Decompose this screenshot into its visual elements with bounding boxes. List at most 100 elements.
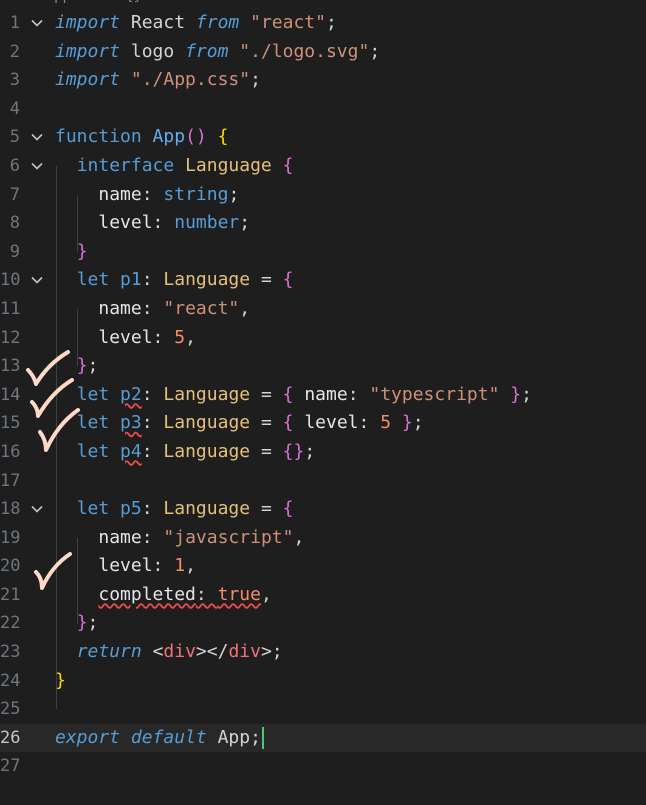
- fold-chevron-icon[interactable]: [28, 152, 46, 181]
- line-number: 12: [0, 327, 21, 348]
- code-token: ;: [521, 383, 532, 405]
- code-line[interactable]: 10 let p1: Language = {: [0, 266, 646, 295]
- code-text[interactable]: let p5: Language = {: [55, 495, 294, 524]
- breadcrumb-item[interactable]: >: [31, 0, 39, 4]
- code-text[interactable]: level: 1,: [55, 552, 196, 581]
- code-text[interactable]: name: "react",: [55, 295, 250, 324]
- code-token: import: [55, 40, 121, 62]
- line-number: 5: [9, 127, 20, 148]
- code-line[interactable]: 2 import logo from "./logo.svg";: [0, 38, 646, 67]
- breadcrumb-item[interactable]: {} default: [125, 0, 209, 4]
- code-token: string: [163, 183, 229, 205]
- code-token: :: [141, 269, 164, 291]
- code-text[interactable]: import React from "react";: [55, 9, 337, 38]
- code-token: ;: [304, 440, 316, 462]
- code-text[interactable]: level: number;: [55, 209, 250, 238]
- code-token: let: [76, 412, 110, 434]
- code-line[interactable]: 21 completed: true,: [0, 581, 646, 610]
- code-line[interactable]: 23 return <div></div>;: [0, 638, 646, 667]
- code-line[interactable]: 7 name: string;: [0, 181, 646, 210]
- code-line[interactable]: 13 };: [0, 352, 646, 381]
- code-text[interactable]: };: [55, 352, 99, 381]
- code-line[interactable]: 4: [0, 95, 646, 124]
- code-text[interactable]: level: 5,: [55, 324, 196, 353]
- fold-chevron-icon[interactable]: [28, 123, 46, 152]
- line-number: 6: [9, 155, 20, 176]
- code-token: {: [282, 154, 294, 176]
- code-line[interactable]: 19 name: "javascript",: [0, 524, 646, 553]
- code-line[interactable]: 26 export default App;: [0, 723, 646, 753]
- code-text[interactable]: import "./App.css";: [55, 66, 261, 95]
- code-token: import: [55, 12, 121, 33]
- code-line[interactable]: 25: [0, 695, 646, 724]
- code-text[interactable]: name: string;: [55, 181, 239, 210]
- code-line[interactable]: 5 function App() {: [0, 123, 646, 152]
- code-token: App: [152, 126, 186, 148]
- code-line[interactable]: 3 import "./App.css";: [0, 66, 646, 95]
- code-token: App: [206, 726, 251, 748]
- code-token: :: [152, 326, 175, 348]
- code-text[interactable]: return <div></div>;: [55, 638, 283, 667]
- code-editor[interactable]: 1 import React from "react"; 2 import logo …: [0, 9, 646, 781]
- fold-chevron-icon[interactable]: [28, 266, 46, 295]
- code-text[interactable]: };: [55, 609, 99, 638]
- breadcrumb: src > App.tsx > {} default: [0, 0, 646, 4]
- code-text[interactable]: import logo from "./logo.svg";: [55, 38, 380, 67]
- code-line[interactable]: 20 level: 1,: [0, 552, 646, 581]
- code-line[interactable]: 27: [0, 752, 646, 781]
- code-text[interactable]: name: "javascript",: [55, 524, 304, 553]
- code-text[interactable]: let p3: Language = { level: 5 };: [55, 409, 424, 438]
- code-line[interactable]: 16 let p4: Language = {};: [0, 438, 646, 467]
- code-line[interactable]: 6 interface Language {: [0, 152, 646, 181]
- code-token: ;: [228, 183, 240, 205]
- code-line[interactable]: 8 level: number;: [0, 209, 646, 238]
- code-text[interactable]: function App() {: [55, 123, 228, 152]
- code-token: 5: [380, 412, 392, 434]
- fold-chevron-icon[interactable]: [28, 495, 46, 524]
- code-text[interactable]: let p4: Language = {};: [55, 438, 315, 467]
- code-line[interactable]: 24}: [0, 667, 646, 696]
- code-token: from: [195, 12, 240, 33]
- code-line[interactable]: 12 level: 5,: [0, 324, 646, 353]
- code-text[interactable]: interface Language {: [55, 152, 294, 181]
- code-token: name: [98, 297, 142, 319]
- code-line[interactable]: 9 }: [0, 238, 646, 267]
- code-token: ;: [87, 355, 99, 377]
- breadcrumb-item[interactable]: >: [111, 0, 119, 4]
- code-token: ></: [195, 641, 229, 663]
- code-token: name: [98, 526, 142, 548]
- code-line[interactable]: 11 name: "react",: [0, 295, 646, 324]
- code-token: :: [152, 555, 175, 577]
- code-text[interactable]: let p1: Language = {: [55, 266, 294, 295]
- code-token: :: [141, 412, 164, 434]
- breadcrumb-item[interactable]: App.tsx: [46, 0, 105, 4]
- breadcrumb-item[interactable]: src: [0, 0, 25, 4]
- code-text[interactable]: let p2: Language = { name: "typescript" …: [55, 381, 532, 410]
- code-token: {: [282, 269, 294, 291]
- code-token: }: [55, 669, 66, 691]
- code-line[interactable]: 17: [0, 467, 646, 496]
- code-line[interactable]: 14 let p2: Language = { name: "typescrip…: [0, 381, 646, 410]
- fold-chevron-icon[interactable]: [28, 9, 46, 38]
- code-token: ,: [293, 526, 305, 548]
- code-token: }: [510, 383, 522, 405]
- code-token: =: [250, 412, 283, 434]
- code-text[interactable]: completed: true,: [55, 581, 271, 610]
- code-line[interactable]: 18 let p5: Language = {: [0, 495, 646, 524]
- code-text[interactable]: export default App;: [55, 724, 264, 753]
- code-line[interactable]: 1 import React from "react";: [0, 9, 646, 38]
- code-text[interactable]: }: [55, 667, 66, 696]
- code-line[interactable]: 15 let p3: Language = { level: 5 };: [0, 409, 646, 438]
- line-number: 4: [9, 98, 20, 119]
- code-text[interactable]: }: [55, 238, 88, 267]
- code-line[interactable]: 22 };: [0, 609, 646, 638]
- code-token: let: [76, 498, 110, 520]
